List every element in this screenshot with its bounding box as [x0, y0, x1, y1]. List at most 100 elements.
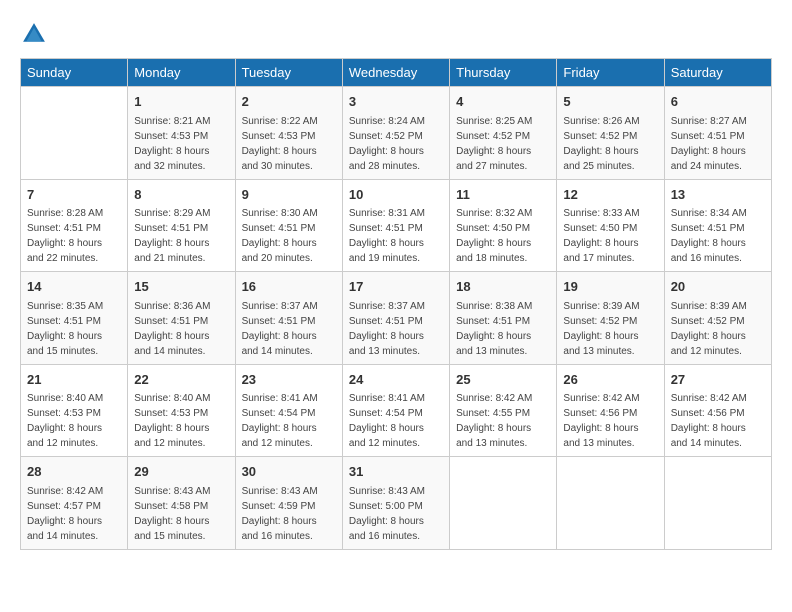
day-number: 12 [563, 185, 657, 205]
day-number: 4 [456, 92, 550, 112]
calendar-cell: 10Sunrise: 8:31 AMSunset: 4:51 PMDayligh… [342, 179, 449, 272]
calendar-cell: 31Sunrise: 8:43 AMSunset: 5:00 PMDayligh… [342, 457, 449, 550]
daylight-text: Daylight: 8 hours and 15 minutes. [134, 514, 228, 544]
sunset-text: Sunset: 4:50 PM [563, 221, 657, 236]
sunrise-text: Sunrise: 8:40 AM [27, 391, 121, 406]
calendar-header: SundayMondayTuesdayWednesdayThursdayFrid… [21, 59, 772, 87]
sunrise-text: Sunrise: 8:35 AM [27, 299, 121, 314]
daylight-text: Daylight: 8 hours and 16 minutes. [671, 236, 765, 266]
daylight-text: Daylight: 8 hours and 20 minutes. [242, 236, 336, 266]
day-number: 14 [27, 277, 121, 297]
header-day-wednesday: Wednesday [342, 59, 449, 87]
sunrise-text: Sunrise: 8:29 AM [134, 206, 228, 221]
sunrise-text: Sunrise: 8:39 AM [671, 299, 765, 314]
day-number: 15 [134, 277, 228, 297]
day-number: 3 [349, 92, 443, 112]
sunset-text: Sunset: 4:54 PM [349, 406, 443, 421]
daylight-text: Daylight: 8 hours and 22 minutes. [27, 236, 121, 266]
calendar-cell: 25Sunrise: 8:42 AMSunset: 4:55 PMDayligh… [450, 364, 557, 457]
day-info: Sunrise: 8:26 AMSunset: 4:52 PMDaylight:… [563, 114, 657, 174]
day-info: Sunrise: 8:43 AMSunset: 4:58 PMDaylight:… [134, 484, 228, 544]
daylight-text: Daylight: 8 hours and 21 minutes. [134, 236, 228, 266]
day-number: 21 [27, 370, 121, 390]
calendar-cell: 1Sunrise: 8:21 AMSunset: 4:53 PMDaylight… [128, 87, 235, 180]
calendar-cell: 21Sunrise: 8:40 AMSunset: 4:53 PMDayligh… [21, 364, 128, 457]
day-number: 16 [242, 277, 336, 297]
sunset-text: Sunset: 4:50 PM [456, 221, 550, 236]
day-info: Sunrise: 8:43 AMSunset: 4:59 PMDaylight:… [242, 484, 336, 544]
calendar-body: 1Sunrise: 8:21 AMSunset: 4:53 PMDaylight… [21, 87, 772, 550]
day-number: 28 [27, 462, 121, 482]
calendar-cell: 8Sunrise: 8:29 AMSunset: 4:51 PMDaylight… [128, 179, 235, 272]
sunrise-text: Sunrise: 8:28 AM [27, 206, 121, 221]
day-info: Sunrise: 8:35 AMSunset: 4:51 PMDaylight:… [27, 299, 121, 359]
daylight-text: Daylight: 8 hours and 19 minutes. [349, 236, 443, 266]
daylight-text: Daylight: 8 hours and 14 minutes. [27, 514, 121, 544]
sunset-text: Sunset: 4:56 PM [563, 406, 657, 421]
daylight-text: Daylight: 8 hours and 15 minutes. [27, 329, 121, 359]
day-info: Sunrise: 8:31 AMSunset: 4:51 PMDaylight:… [349, 206, 443, 266]
sunrise-text: Sunrise: 8:21 AM [134, 114, 228, 129]
day-info: Sunrise: 8:37 AMSunset: 4:51 PMDaylight:… [242, 299, 336, 359]
calendar-cell: 3Sunrise: 8:24 AMSunset: 4:52 PMDaylight… [342, 87, 449, 180]
calendar-cell [664, 457, 771, 550]
page-header [20, 20, 772, 48]
calendar-cell: 11Sunrise: 8:32 AMSunset: 4:50 PMDayligh… [450, 179, 557, 272]
day-info: Sunrise: 8:22 AMSunset: 4:53 PMDaylight:… [242, 114, 336, 174]
header-day-monday: Monday [128, 59, 235, 87]
day-number: 2 [242, 92, 336, 112]
day-info: Sunrise: 8:25 AMSunset: 4:52 PMDaylight:… [456, 114, 550, 174]
day-info: Sunrise: 8:33 AMSunset: 4:50 PMDaylight:… [563, 206, 657, 266]
day-info: Sunrise: 8:29 AMSunset: 4:51 PMDaylight:… [134, 206, 228, 266]
calendar-cell [557, 457, 664, 550]
calendar-cell: 5Sunrise: 8:26 AMSunset: 4:52 PMDaylight… [557, 87, 664, 180]
sunrise-text: Sunrise: 8:43 AM [134, 484, 228, 499]
sunset-text: Sunset: 4:53 PM [242, 129, 336, 144]
sunrise-text: Sunrise: 8:41 AM [242, 391, 336, 406]
daylight-text: Daylight: 8 hours and 14 minutes. [242, 329, 336, 359]
sunrise-text: Sunrise: 8:31 AM [349, 206, 443, 221]
sunrise-text: Sunrise: 8:42 AM [671, 391, 765, 406]
daylight-text: Daylight: 8 hours and 28 minutes. [349, 144, 443, 174]
sunrise-text: Sunrise: 8:34 AM [671, 206, 765, 221]
calendar-cell: 24Sunrise: 8:41 AMSunset: 4:54 PMDayligh… [342, 364, 449, 457]
sunrise-text: Sunrise: 8:43 AM [349, 484, 443, 499]
sunset-text: Sunset: 4:52 PM [349, 129, 443, 144]
sunset-text: Sunset: 4:51 PM [134, 314, 228, 329]
sunset-text: Sunset: 4:52 PM [456, 129, 550, 144]
sunset-text: Sunset: 4:51 PM [242, 314, 336, 329]
daylight-text: Daylight: 8 hours and 32 minutes. [134, 144, 228, 174]
sunset-text: Sunset: 4:51 PM [671, 129, 765, 144]
header-day-sunday: Sunday [21, 59, 128, 87]
sunrise-text: Sunrise: 8:30 AM [242, 206, 336, 221]
daylight-text: Daylight: 8 hours and 16 minutes. [349, 514, 443, 544]
day-number: 6 [671, 92, 765, 112]
day-number: 9 [242, 185, 336, 205]
day-info: Sunrise: 8:42 AMSunset: 4:56 PMDaylight:… [563, 391, 657, 451]
sunset-text: Sunset: 4:52 PM [563, 314, 657, 329]
day-info: Sunrise: 8:27 AMSunset: 4:51 PMDaylight:… [671, 114, 765, 174]
daylight-text: Daylight: 8 hours and 25 minutes. [563, 144, 657, 174]
day-number: 20 [671, 277, 765, 297]
sunrise-text: Sunrise: 8:43 AM [242, 484, 336, 499]
sunset-text: Sunset: 4:51 PM [456, 314, 550, 329]
sunset-text: Sunset: 4:52 PM [563, 129, 657, 144]
calendar-cell: 16Sunrise: 8:37 AMSunset: 4:51 PMDayligh… [235, 272, 342, 365]
day-info: Sunrise: 8:42 AMSunset: 4:57 PMDaylight:… [27, 484, 121, 544]
daylight-text: Daylight: 8 hours and 13 minutes. [349, 329, 443, 359]
calendar-cell: 17Sunrise: 8:37 AMSunset: 4:51 PMDayligh… [342, 272, 449, 365]
day-number: 29 [134, 462, 228, 482]
sunrise-text: Sunrise: 8:42 AM [27, 484, 121, 499]
daylight-text: Daylight: 8 hours and 27 minutes. [456, 144, 550, 174]
sunrise-text: Sunrise: 8:33 AM [563, 206, 657, 221]
sunrise-text: Sunrise: 8:39 AM [563, 299, 657, 314]
header-day-friday: Friday [557, 59, 664, 87]
calendar-cell: 30Sunrise: 8:43 AMSunset: 4:59 PMDayligh… [235, 457, 342, 550]
day-info: Sunrise: 8:42 AMSunset: 4:56 PMDaylight:… [671, 391, 765, 451]
sunset-text: Sunset: 4:58 PM [134, 499, 228, 514]
calendar-cell: 20Sunrise: 8:39 AMSunset: 4:52 PMDayligh… [664, 272, 771, 365]
logo [20, 20, 52, 48]
day-number: 23 [242, 370, 336, 390]
sunset-text: Sunset: 4:51 PM [27, 221, 121, 236]
daylight-text: Daylight: 8 hours and 16 minutes. [242, 514, 336, 544]
